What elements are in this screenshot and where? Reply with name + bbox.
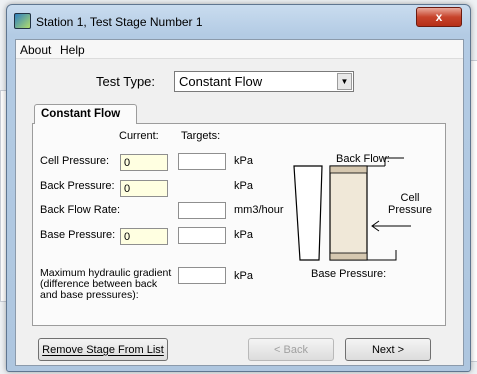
base-pressure-line: [367, 250, 397, 261]
dialog-window: Station 1, Test Stage Number 1 x About H…: [6, 4, 471, 372]
base-pressure-label: Base Pressure:: [40, 229, 116, 241]
back-button-label: < Back: [274, 343, 308, 356]
menu-help[interactable]: Help: [60, 43, 85, 57]
cell-pressure-diagram-label: Cell Pressure: [388, 192, 432, 216]
back-pressure-unit: kPa: [234, 180, 253, 192]
chevron-down-icon[interactable]: ▼: [337, 73, 352, 90]
cell-pressure-diagram-line-1: Cell: [400, 192, 420, 204]
base-pressure-target-input[interactable]: [178, 227, 226, 244]
max-gradient-target-input[interactable]: [178, 267, 226, 284]
back-flow-label: Back Flow:: [336, 153, 390, 165]
test-type-select[interactable]: Constant Flow ▼: [174, 71, 354, 92]
remove-stage-button[interactable]: Remove Stage From List: [38, 338, 168, 361]
menu-about[interactable]: About: [20, 43, 51, 57]
base-pressure-current: 0: [120, 228, 168, 245]
sample-column: [329, 165, 368, 261]
cell-pressure-chamber: [293, 165, 323, 261]
back-pressure-label: Back Pressure:: [40, 180, 115, 192]
next-button[interactable]: Next >: [345, 338, 431, 361]
tab-join: [35, 122, 136, 125]
close-icon: x: [435, 10, 443, 24]
bottom-porous-stone: [329, 252, 368, 261]
cell-pressure-diagram-line-2: Pressure: [388, 204, 433, 216]
max-gradient-line-3: and base pressures):: [40, 289, 139, 301]
test-type-label: Test Type:: [96, 74, 156, 89]
app-icon: [14, 13, 31, 29]
max-gradient-label: Maximum hydraulic gradient (difference b…: [40, 268, 171, 301]
back-flow-rate-unit: mm3/hour: [234, 204, 284, 216]
tab-label: Constant Flow: [41, 108, 121, 120]
next-button-label: Next >: [371, 343, 405, 356]
back-flow-rate-target-input[interactable]: [178, 202, 226, 219]
back-button[interactable]: < Back: [248, 338, 334, 361]
top-porous-stone: [329, 165, 368, 174]
cell-pressure-target-input[interactable]: [178, 153, 226, 170]
current-column-header: Current:: [119, 130, 159, 142]
cell-pressure-current: 0: [120, 154, 168, 171]
back-flow-rate-label: Back Flow Rate:: [40, 204, 121, 216]
base-pressure-diagram-label: Base Pressure:: [311, 268, 387, 280]
tab-constant-flow[interactable]: Constant Flow: [34, 104, 137, 124]
targets-column-header: Targets:: [181, 130, 221, 142]
close-button[interactable]: x: [416, 7, 462, 27]
base-pressure-unit: kPa: [234, 229, 253, 241]
remove-stage-button-label: Remove Stage From List: [42, 343, 164, 356]
window-title: Station 1, Test Stage Number 1: [36, 15, 203, 29]
max-gradient-unit: kPa: [234, 270, 253, 282]
menu-bar: About Help: [16, 40, 463, 59]
cell-pressure-label: Cell Pressure:: [40, 155, 110, 167]
cell-pressure-unit: kPa: [234, 155, 253, 167]
client-area: About Help Test Type: Constant Flow ▼ Co…: [15, 39, 464, 366]
back-pressure-current: 0: [120, 180, 168, 197]
test-type-value: Constant Flow: [179, 74, 263, 89]
